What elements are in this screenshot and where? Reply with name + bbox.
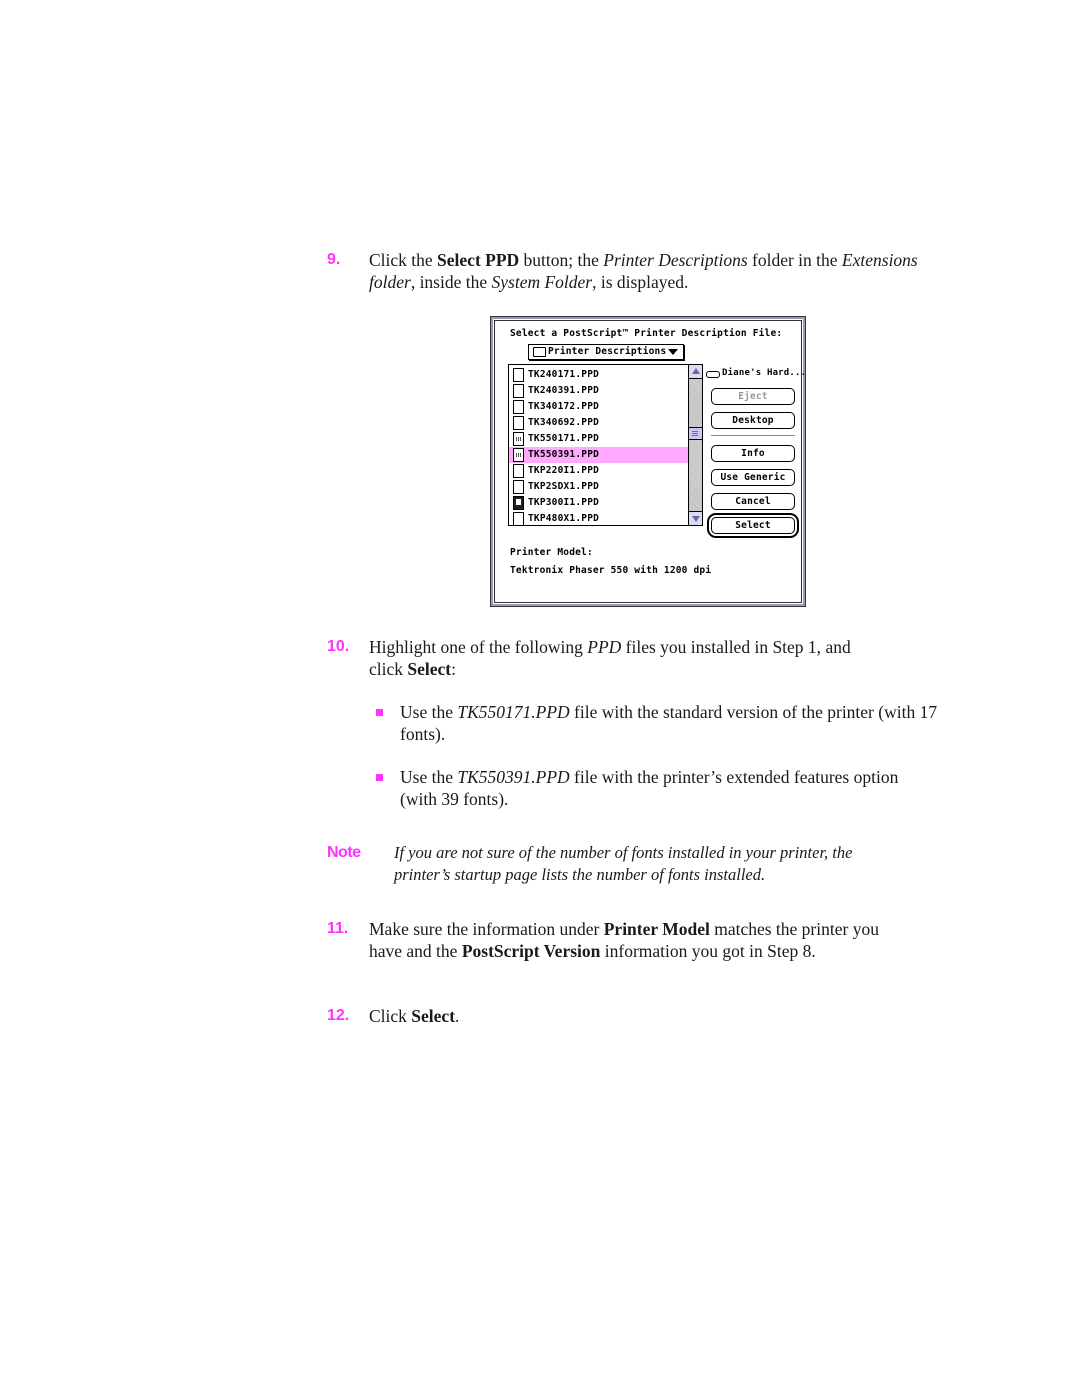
file-list-item[interactable]: TKP300I1.PPD [509, 495, 688, 511]
document-icon [513, 512, 524, 525]
folder-popup-menu[interactable]: Printer Descriptions [528, 344, 684, 360]
italic-text: TK550171.PPD [457, 702, 570, 722]
printer-model-label: Printer Model: [510, 547, 593, 558]
file-list-item[interactable]: TK340172.PPD [509, 399, 688, 415]
info-button[interactable]: Info [711, 445, 795, 462]
step-9: 9. Click the Select PPD button; the Prin… [327, 249, 947, 293]
step-number: 11. [327, 920, 349, 937]
document-icon [513, 480, 524, 494]
text: button; the [519, 250, 604, 270]
application-icon [513, 496, 524, 510]
file-list-item[interactable]: TKP480X1.PPD [509, 511, 688, 525]
use-generic-button[interactable]: Use Generic [711, 469, 795, 486]
ppd-document-icon [513, 448, 524, 462]
ppd-select-dialog: Select a PostScript™ Printer Description… [490, 316, 806, 607]
italic-text: System Folder [491, 272, 593, 292]
italic-text: Printer Descriptions [603, 250, 748, 270]
step-11: 11. Make sure the information under Prin… [327, 918, 947, 962]
button-divider [711, 435, 795, 436]
file-list-item[interactable]: TKP220I1.PPD [509, 463, 688, 479]
file-name: TK340692.PPD [528, 417, 600, 428]
note-label: Note [327, 844, 361, 861]
text: Use the [400, 702, 458, 722]
document-icon [513, 416, 524, 430]
text: Click [369, 1006, 412, 1026]
file-name: TK550171.PPD [528, 433, 600, 444]
disk-label: Diane's Hard... [722, 368, 807, 378]
file-name: TKP220I1.PPD [528, 465, 600, 476]
note-text: If you are not sure of the number of fon… [394, 843, 853, 884]
italic-text: PPD [587, 637, 622, 657]
italic-text: TK550391.PPD [457, 767, 570, 787]
cancel-button[interactable]: Cancel [711, 493, 795, 510]
bullet-marker [376, 709, 383, 716]
file-name: TK550391.PPD [528, 449, 600, 460]
document-icon [513, 368, 524, 382]
document-icon [513, 464, 524, 478]
file-list-item[interactable]: TK240391.PPD [509, 383, 688, 399]
step-number: 10. [327, 638, 350, 655]
step-10: 10. Highlight one of the following PPD f… [327, 636, 947, 680]
text: Use the [400, 767, 458, 787]
bullet-item: Use the TK550391.PPD file with the print… [376, 766, 956, 810]
bullet-item: Use the TK550171.PPD file with the stand… [376, 701, 956, 745]
text: Click the [369, 250, 438, 270]
file-name: TKP480X1.PPD [528, 513, 600, 524]
hard-disk-icon [706, 371, 720, 378]
text: Make sure the information under [369, 919, 604, 939]
step-text: Click the Select PPD button; the Printer… [369, 249, 947, 293]
file-name: TK240171.PPD [528, 369, 600, 380]
ppd-document-icon [513, 432, 524, 446]
folder-popup-label: Printer Descriptions [548, 346, 667, 357]
text: . [455, 1006, 460, 1026]
text: , inside the [410, 272, 492, 292]
printer-model-value: Tektronix Phaser 550 with 1200 dpi [510, 565, 712, 576]
file-list-item[interactable]: TK550391.PPD [509, 447, 688, 463]
bold-text: Select PPD [437, 250, 520, 270]
eject-button[interactable]: Eject [711, 388, 795, 405]
text: Highlight one of the following [369, 637, 588, 657]
folder-icon [533, 347, 546, 357]
bullet-marker [376, 774, 383, 781]
scroll-thumb[interactable] [689, 427, 702, 440]
bold-text: Printer Model [603, 919, 710, 939]
bullet-text: Use the TK550171.PPD file with the stand… [400, 701, 956, 745]
select-button[interactable]: Select [711, 517, 795, 534]
step-text: Make sure the information under Printer … [369, 918, 914, 962]
file-list-item[interactable]: TK240171.PPD [509, 367, 688, 383]
step-text: Highlight one of the following PPD files… [369, 636, 889, 680]
scroll-down-arrow-icon[interactable] [689, 511, 702, 525]
file-list-item[interactable]: TK550171.PPD [509, 431, 688, 447]
step-number: 9. [327, 251, 341, 268]
bold-text: PostScript Version [461, 941, 601, 961]
file-name: TKP300I1.PPD [528, 497, 600, 508]
scroll-up-arrow-icon[interactable] [689, 365, 702, 379]
file-list[interactable]: TK240171.PPD TK240391.PPD TK340172.PPD TK34… [508, 364, 703, 526]
text: folder in the [747, 250, 842, 270]
text: : [451, 659, 456, 679]
note: Note If you are not sure of the number o… [327, 842, 927, 886]
step-text: Click Select. [369, 1005, 947, 1027]
text: information you got in Step 8. [600, 941, 816, 961]
dialog-title: Select a PostScript™ Printer Description… [510, 328, 783, 339]
bullet-text: Use the TK550391.PPD file with the print… [400, 766, 930, 810]
scrollbar[interactable] [688, 365, 702, 525]
file-list-item[interactable]: TK340692.PPD [509, 415, 688, 431]
document-icon [513, 384, 524, 398]
file-name: TK340172.PPD [528, 401, 600, 412]
desktop-button[interactable]: Desktop [711, 412, 795, 429]
bold-text: Select [407, 659, 452, 679]
document-icon [513, 400, 524, 414]
file-name: TKP2SDX1.PPD [528, 481, 600, 492]
bold-text: Select [411, 1006, 456, 1026]
step-12: 12. Click Select. [327, 1005, 947, 1027]
text: , is displayed. [592, 272, 689, 292]
dropdown-arrow-icon [668, 349, 678, 355]
file-name: TK240391.PPD [528, 385, 600, 396]
step-number: 12. [327, 1007, 350, 1024]
file-list-item[interactable]: TKP2SDX1.PPD [509, 479, 688, 495]
text: files you installed in Step 1, [621, 637, 826, 657]
